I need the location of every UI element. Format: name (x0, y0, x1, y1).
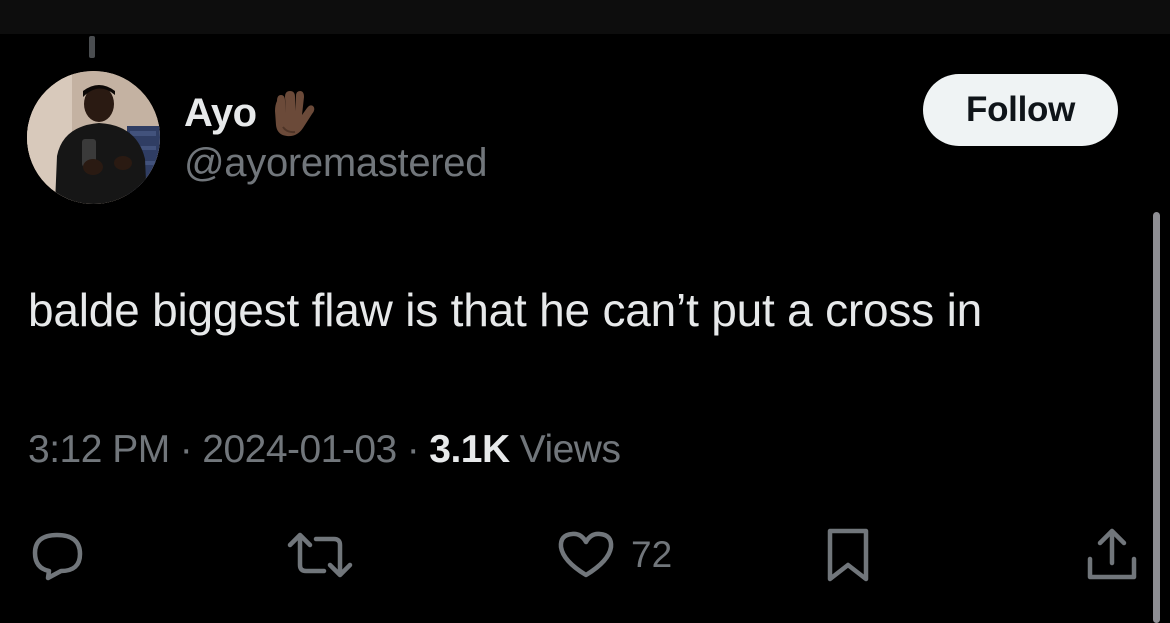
meta-separator: · (179, 428, 193, 471)
follow-button[interactable]: Follow (923, 74, 1118, 146)
share-button[interactable] (1082, 525, 1142, 585)
share-icon (1087, 528, 1137, 580)
tweet-meta: 3:12 PM · 2024-01-03 · 3.1K Views (28, 426, 621, 474)
thread-connector-line (89, 36, 95, 58)
views-label: Views (519, 428, 621, 471)
scrollbar[interactable] (1153, 212, 1160, 623)
retweet-button[interactable] (284, 525, 356, 585)
tweet-text: balde biggest flaw is that he can’t put … (28, 284, 983, 336)
raised-back-of-hand-icon (265, 87, 317, 139)
reply-icon (32, 532, 83, 581)
bookmark-button[interactable] (818, 525, 878, 585)
meta-separator: · (406, 428, 420, 471)
tweet-time[interactable]: 3:12 PM (28, 428, 170, 472)
top-strip (0, 0, 1170, 34)
retweet-icon (287, 532, 353, 578)
heart-icon (558, 531, 614, 578)
avatar[interactable] (27, 71, 160, 204)
like-count: 72 (631, 534, 673, 575)
tweet-date[interactable]: 2024-01-03 (202, 428, 397, 472)
author-handle[interactable]: @ayoremastered (184, 141, 488, 186)
avatar-photo (27, 71, 160, 204)
reply-button[interactable] (26, 525, 88, 585)
display-name[interactable]: Ayo (184, 91, 257, 136)
author-name-row[interactable]: Ayo (184, 88, 317, 138)
views-count[interactable]: 3.1K (429, 428, 510, 472)
like-button[interactable]: 72 (555, 525, 672, 585)
bookmark-icon (827, 528, 869, 582)
